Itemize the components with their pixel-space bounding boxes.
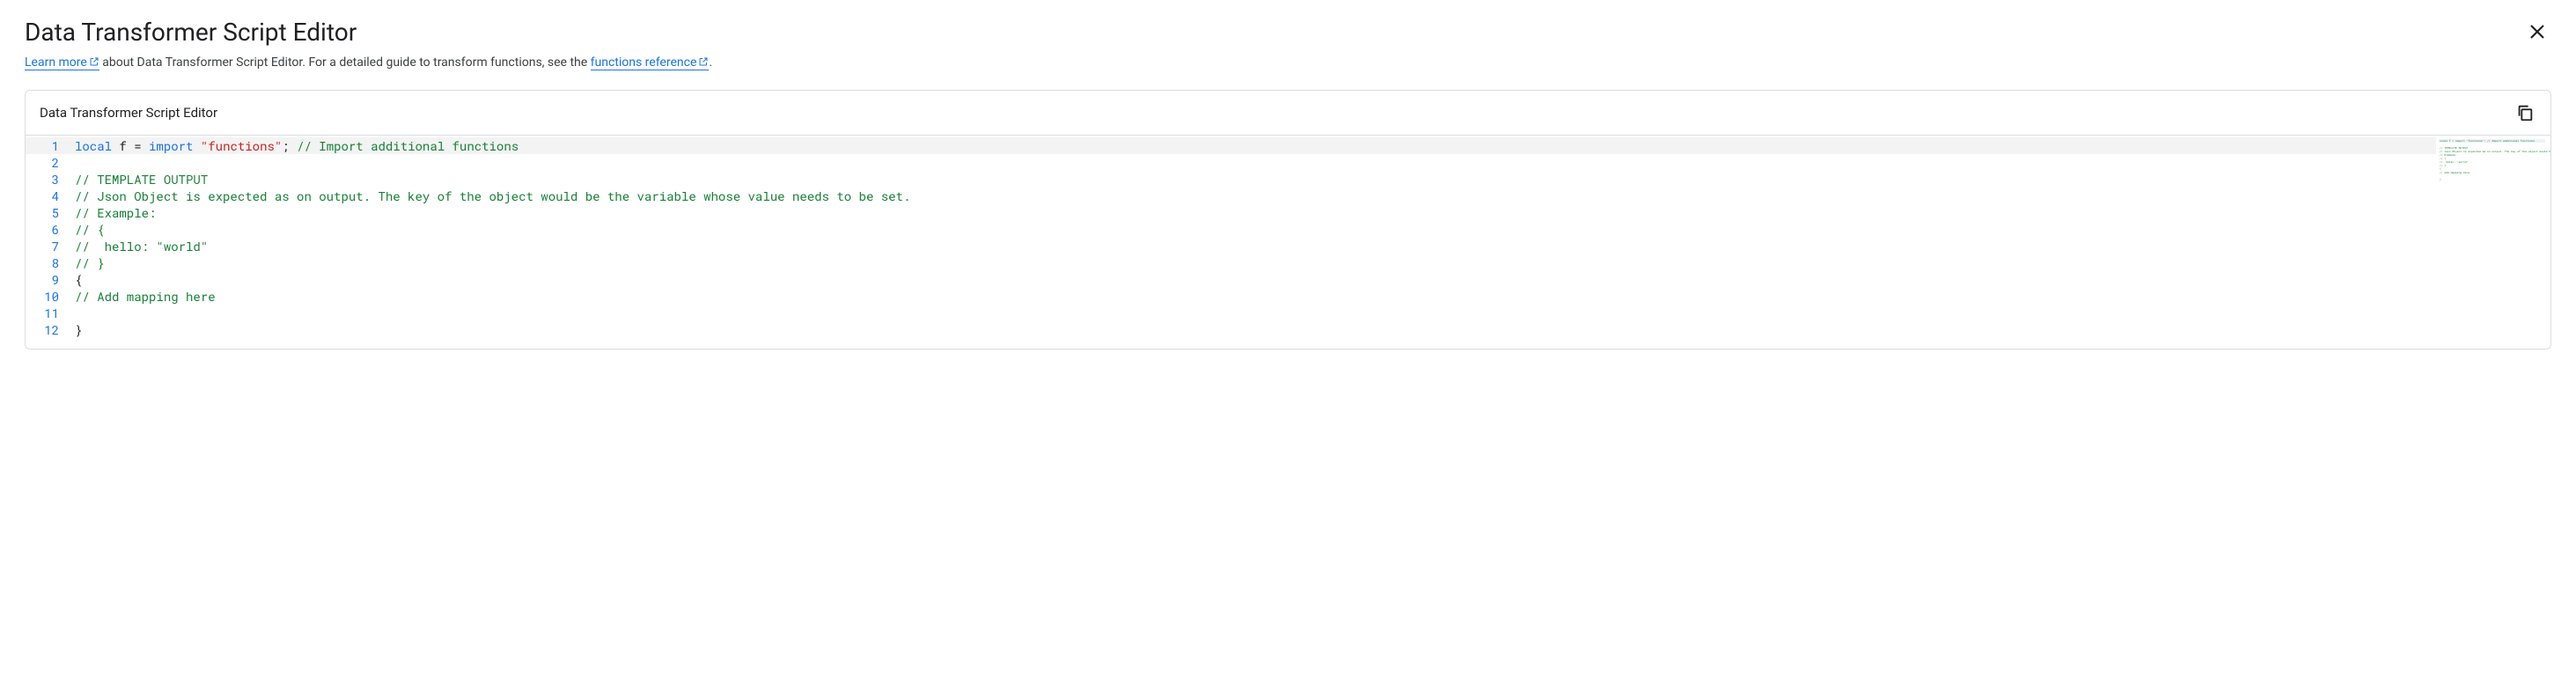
line-number: 10 xyxy=(26,288,75,305)
line-number: 3 xyxy=(26,171,75,188)
code-content: // hello: "world" xyxy=(75,238,2436,254)
code-line[interactable]: 2 xyxy=(26,154,2436,171)
page-title: Data Transformer Script Editor xyxy=(25,18,357,47)
line-number: 9 xyxy=(26,271,75,288)
code-content: // TEMPLATE OUTPUT xyxy=(75,171,2436,188)
code-content xyxy=(75,305,2436,321)
code-content xyxy=(75,154,2436,171)
line-number: 1 xyxy=(26,137,75,154)
code-line[interactable]: 9{ xyxy=(26,271,2436,288)
code-editor[interactable]: 1local f = import "functions"; // Import… xyxy=(26,136,2550,349)
code-line[interactable]: 5// Example: xyxy=(26,204,2436,221)
subtitle-text: Learn more about Data Transformer Script… xyxy=(25,55,2551,70)
line-number: 7 xyxy=(26,238,75,254)
code-content: // } xyxy=(75,254,2436,271)
code-content: } xyxy=(75,321,2436,338)
editor-panel: Data Transformer Script Editor 1local f … xyxy=(25,90,2551,350)
external-link-icon xyxy=(89,56,99,70)
line-number: 2 xyxy=(26,154,75,171)
code-content: local f = import "functions"; // Import … xyxy=(75,137,2436,154)
learn-more-link[interactable]: Learn more xyxy=(25,55,99,70)
code-content: // Json Object is expected as on output.… xyxy=(75,188,2436,204)
code-content: { xyxy=(75,271,2436,288)
code-line[interactable]: 8// } xyxy=(26,254,2436,271)
copy-icon xyxy=(2515,103,2535,122)
code-content: // { xyxy=(75,221,2436,238)
code-line[interactable]: 6// { xyxy=(26,221,2436,238)
panel-title: Data Transformer Script Editor xyxy=(40,105,217,121)
line-number: 11 xyxy=(26,305,75,321)
code-line[interactable]: 10// Add mapping here xyxy=(26,288,2436,305)
panel-header: Data Transformer Script Editor xyxy=(26,91,2550,136)
code-line[interactable]: 3// TEMPLATE OUTPUT xyxy=(26,171,2436,188)
code-content: // Example: xyxy=(75,204,2436,221)
line-number: 5 xyxy=(26,204,75,221)
code-line[interactable]: 12} xyxy=(26,321,2436,338)
copy-button[interactable] xyxy=(2513,101,2536,124)
line-number: 4 xyxy=(26,188,75,204)
line-number: 6 xyxy=(26,221,75,238)
code-line[interactable]: 4// Json Object is expected as on output… xyxy=(26,188,2436,204)
code-content: // Add mapping here xyxy=(75,288,2436,305)
close-icon xyxy=(2527,21,2548,42)
code-line[interactable]: 7// hello: "world" xyxy=(26,238,2436,254)
code-line[interactable]: 1local f = import "functions"; // Import… xyxy=(26,137,2436,154)
close-button[interactable] xyxy=(2523,18,2551,46)
functions-reference-link[interactable]: functions reference xyxy=(591,55,710,70)
line-number: 12 xyxy=(26,321,75,338)
line-number: 8 xyxy=(26,254,75,271)
minimap[interactable]: local f = import "functions"; // Import … xyxy=(2436,136,2550,349)
code-line[interactable]: 11 xyxy=(26,305,2436,321)
external-link-icon xyxy=(698,56,709,70)
